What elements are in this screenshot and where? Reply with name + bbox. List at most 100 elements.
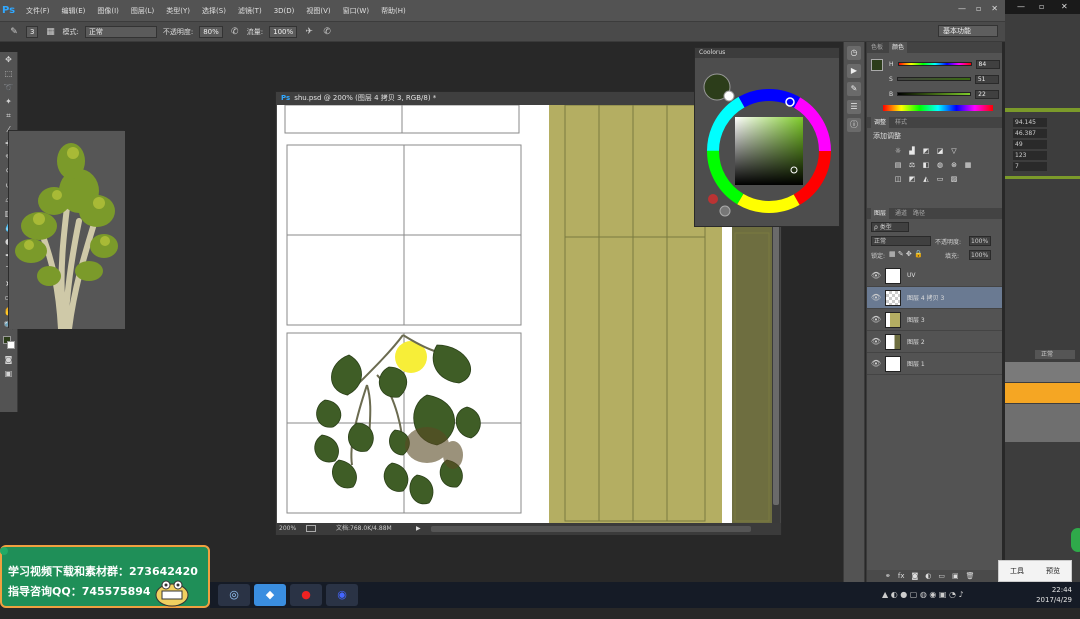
black-white-icon[interactable]: ◧ — [921, 161, 931, 170]
menu-select[interactable]: 选择(S) — [196, 6, 232, 16]
taskbar-app-2-icon[interactable]: ◆ — [254, 584, 286, 606]
invert-icon[interactable]: ◫ — [893, 175, 903, 184]
menu-help[interactable]: 帮助(H) — [375, 6, 412, 16]
delete-layer-icon[interactable]: 🗑 — [966, 570, 975, 582]
brush-presets-icon[interactable]: ✎ — [847, 82, 861, 96]
menu-file[interactable]: 文件(F) — [20, 6, 56, 16]
bg-orange-block[interactable] — [1005, 383, 1080, 403]
mini-dialog-btn-2[interactable]: 预览 — [1046, 566, 1060, 576]
tab-styles[interactable]: 样式 — [895, 117, 907, 128]
opacity-field[interactable]: 80% — [199, 25, 223, 38]
bg-value-1[interactable]: 94.145 — [1013, 118, 1047, 127]
layer-row[interactable]: 👁 图层 3 — [867, 309, 1002, 331]
brightness-icon[interactable]: ☼ — [893, 147, 903, 156]
posterize-icon[interactable]: ◩ — [907, 175, 917, 184]
brush-tool-icon[interactable]: ✎ — [8, 26, 20, 38]
pressure-size-icon[interactable]: ✆ — [321, 26, 333, 38]
color-balance-icon[interactable]: ⚖ — [907, 161, 917, 170]
bg-green-button[interactable] — [1071, 528, 1080, 552]
bg-value-2[interactable]: 46.387 — [1013, 129, 1047, 138]
visibility-eye-icon[interactable]: 👁 — [867, 293, 885, 302]
bg-close-icon[interactable]: ✕ — [1061, 2, 1068, 11]
properties-icon[interactable]: ☰ — [847, 100, 861, 114]
b-slider[interactable] — [897, 92, 972, 96]
layer-row[interactable]: 👁 UV — [867, 265, 1002, 287]
history-icon[interactable]: ◷ — [847, 46, 861, 60]
background-color-swatch[interactable] — [6, 341, 15, 349]
color-ramp[interactable] — [883, 105, 993, 111]
tab-paths[interactable]: 路径 — [913, 208, 925, 219]
menu-image[interactable]: 图像(I) — [91, 6, 125, 16]
doc-info[interactable]: 文档:768.0K/4.88M — [336, 523, 392, 535]
color-wheel[interactable] — [695, 58, 841, 228]
layer-opacity-field[interactable]: 100% — [969, 236, 991, 246]
magic-wand-icon[interactable]: ✦ — [2, 96, 16, 108]
move-tool-icon[interactable]: ✥ — [2, 54, 16, 66]
vibrance-icon[interactable]: ▽ — [949, 147, 959, 156]
menu-view[interactable]: 视图(V) — [300, 6, 336, 16]
menu-window[interactable]: 窗口(W) — [337, 6, 375, 16]
exposure-icon[interactable]: ◪ — [935, 147, 945, 156]
bg-mode-select[interactable]: 正常 — [1035, 350, 1075, 359]
taskbar-app-4-icon[interactable]: ◉ — [326, 584, 358, 606]
hue-saturation-icon[interactable]: ▤ — [893, 161, 903, 170]
layer-filter-select[interactable]: ρ 类型 — [871, 222, 909, 232]
bg-value-5[interactable]: 7 — [1013, 162, 1047, 171]
proof-icon[interactable] — [306, 525, 316, 532]
tab-adjustments[interactable]: 调整 — [871, 117, 890, 128]
visibility-eye-icon[interactable]: 👁 — [867, 359, 885, 368]
bg-max-icon[interactable]: ▫ — [1039, 2, 1044, 11]
s-slider[interactable] — [896, 77, 971, 81]
bg-value-3[interactable]: 49 — [1013, 140, 1047, 149]
layer-row[interactable]: 👁 图层 2 — [867, 331, 1002, 353]
menu-filter[interactable]: 滤镜(T) — [232, 6, 268, 16]
color-lookup-icon[interactable]: ▦ — [963, 161, 973, 170]
visibility-eye-icon[interactable]: 👁 — [867, 315, 885, 324]
crop-tool-icon[interactable]: ⌗ — [2, 110, 16, 122]
photo-filter-icon[interactable]: ◍ — [935, 161, 945, 170]
tab-swatches[interactable]: 色板 — [871, 42, 883, 53]
new-layer-icon[interactable]: ▣ — [952, 570, 959, 582]
pressure-opacity-icon[interactable]: ✆ — [229, 26, 241, 38]
b-value[interactable]: 22 — [975, 89, 1000, 99]
h-value[interactable]: 84 — [975, 59, 1000, 69]
selective-color-icon[interactable]: ▨ — [949, 175, 959, 184]
actions-icon[interactable]: ▶ — [847, 64, 861, 78]
curves-icon[interactable]: ◩ — [921, 147, 931, 156]
tab-color[interactable]: 颜色 — [889, 42, 908, 53]
minimize-icon[interactable]: — — [958, 4, 966, 13]
gradient-map-icon[interactable]: ▭ — [935, 175, 945, 184]
brush-size-field[interactable]: 3 — [26, 25, 39, 38]
fill-field[interactable]: 100% — [969, 250, 991, 260]
workspace-select[interactable]: 基本功能 — [938, 25, 998, 37]
visibility-eye-icon[interactable]: 👁 — [867, 337, 885, 346]
layer-style-icon[interactable]: fx — [898, 570, 905, 582]
brush-panel-icon[interactable]: ▦ — [44, 26, 56, 38]
tab-channels[interactable]: 通道 — [895, 208, 907, 219]
menu-3d[interactable]: 3D(D) — [268, 7, 301, 15]
restore-icon[interactable]: ▫ — [976, 4, 981, 13]
blend-mode-select[interactable]: 正常 — [871, 236, 931, 246]
system-clock[interactable]: 22:44 2017/4/29 — [1036, 585, 1072, 605]
lasso-tool-icon[interactable]: ➰ — [2, 82, 16, 94]
taskbar-app-1-icon[interactable]: ◎ — [218, 584, 250, 606]
lock-icons[interactable]: ▦ ✎ ✥ 🔒 — [889, 250, 923, 258]
link-layers-icon[interactable]: ⚭ — [885, 570, 891, 582]
threshold-icon[interactable]: ◭ — [921, 175, 931, 184]
levels-icon[interactable]: ▟ — [907, 147, 917, 156]
tab-layers[interactable]: 图层 — [871, 208, 890, 219]
channel-mixer-icon[interactable]: ⊛ — [949, 161, 959, 170]
bg-value-4[interactable]: 123 — [1013, 151, 1047, 160]
zoom-readout[interactable]: 200% — [279, 523, 296, 535]
screen-mode-icon[interactable]: ▣ — [2, 368, 16, 380]
marquee-tool-icon[interactable]: ⬚ — [2, 68, 16, 80]
quick-mask-icon[interactable]: ◙ — [2, 354, 16, 366]
mode-select[interactable]: 正常 — [84, 25, 157, 38]
fg-color-chip[interactable] — [871, 59, 883, 71]
layer-row[interactable]: 👁 图层 1 — [867, 353, 1002, 375]
menu-layer[interactable]: 图层(L) — [125, 6, 160, 16]
new-group-icon[interactable]: ▭ — [938, 570, 945, 582]
airbrush-icon[interactable]: ✈ — [303, 26, 315, 38]
layer-row-selected[interactable]: 👁 图层 4 拷贝 3 — [867, 287, 1002, 309]
info-icon[interactable]: ⓘ — [847, 118, 861, 132]
